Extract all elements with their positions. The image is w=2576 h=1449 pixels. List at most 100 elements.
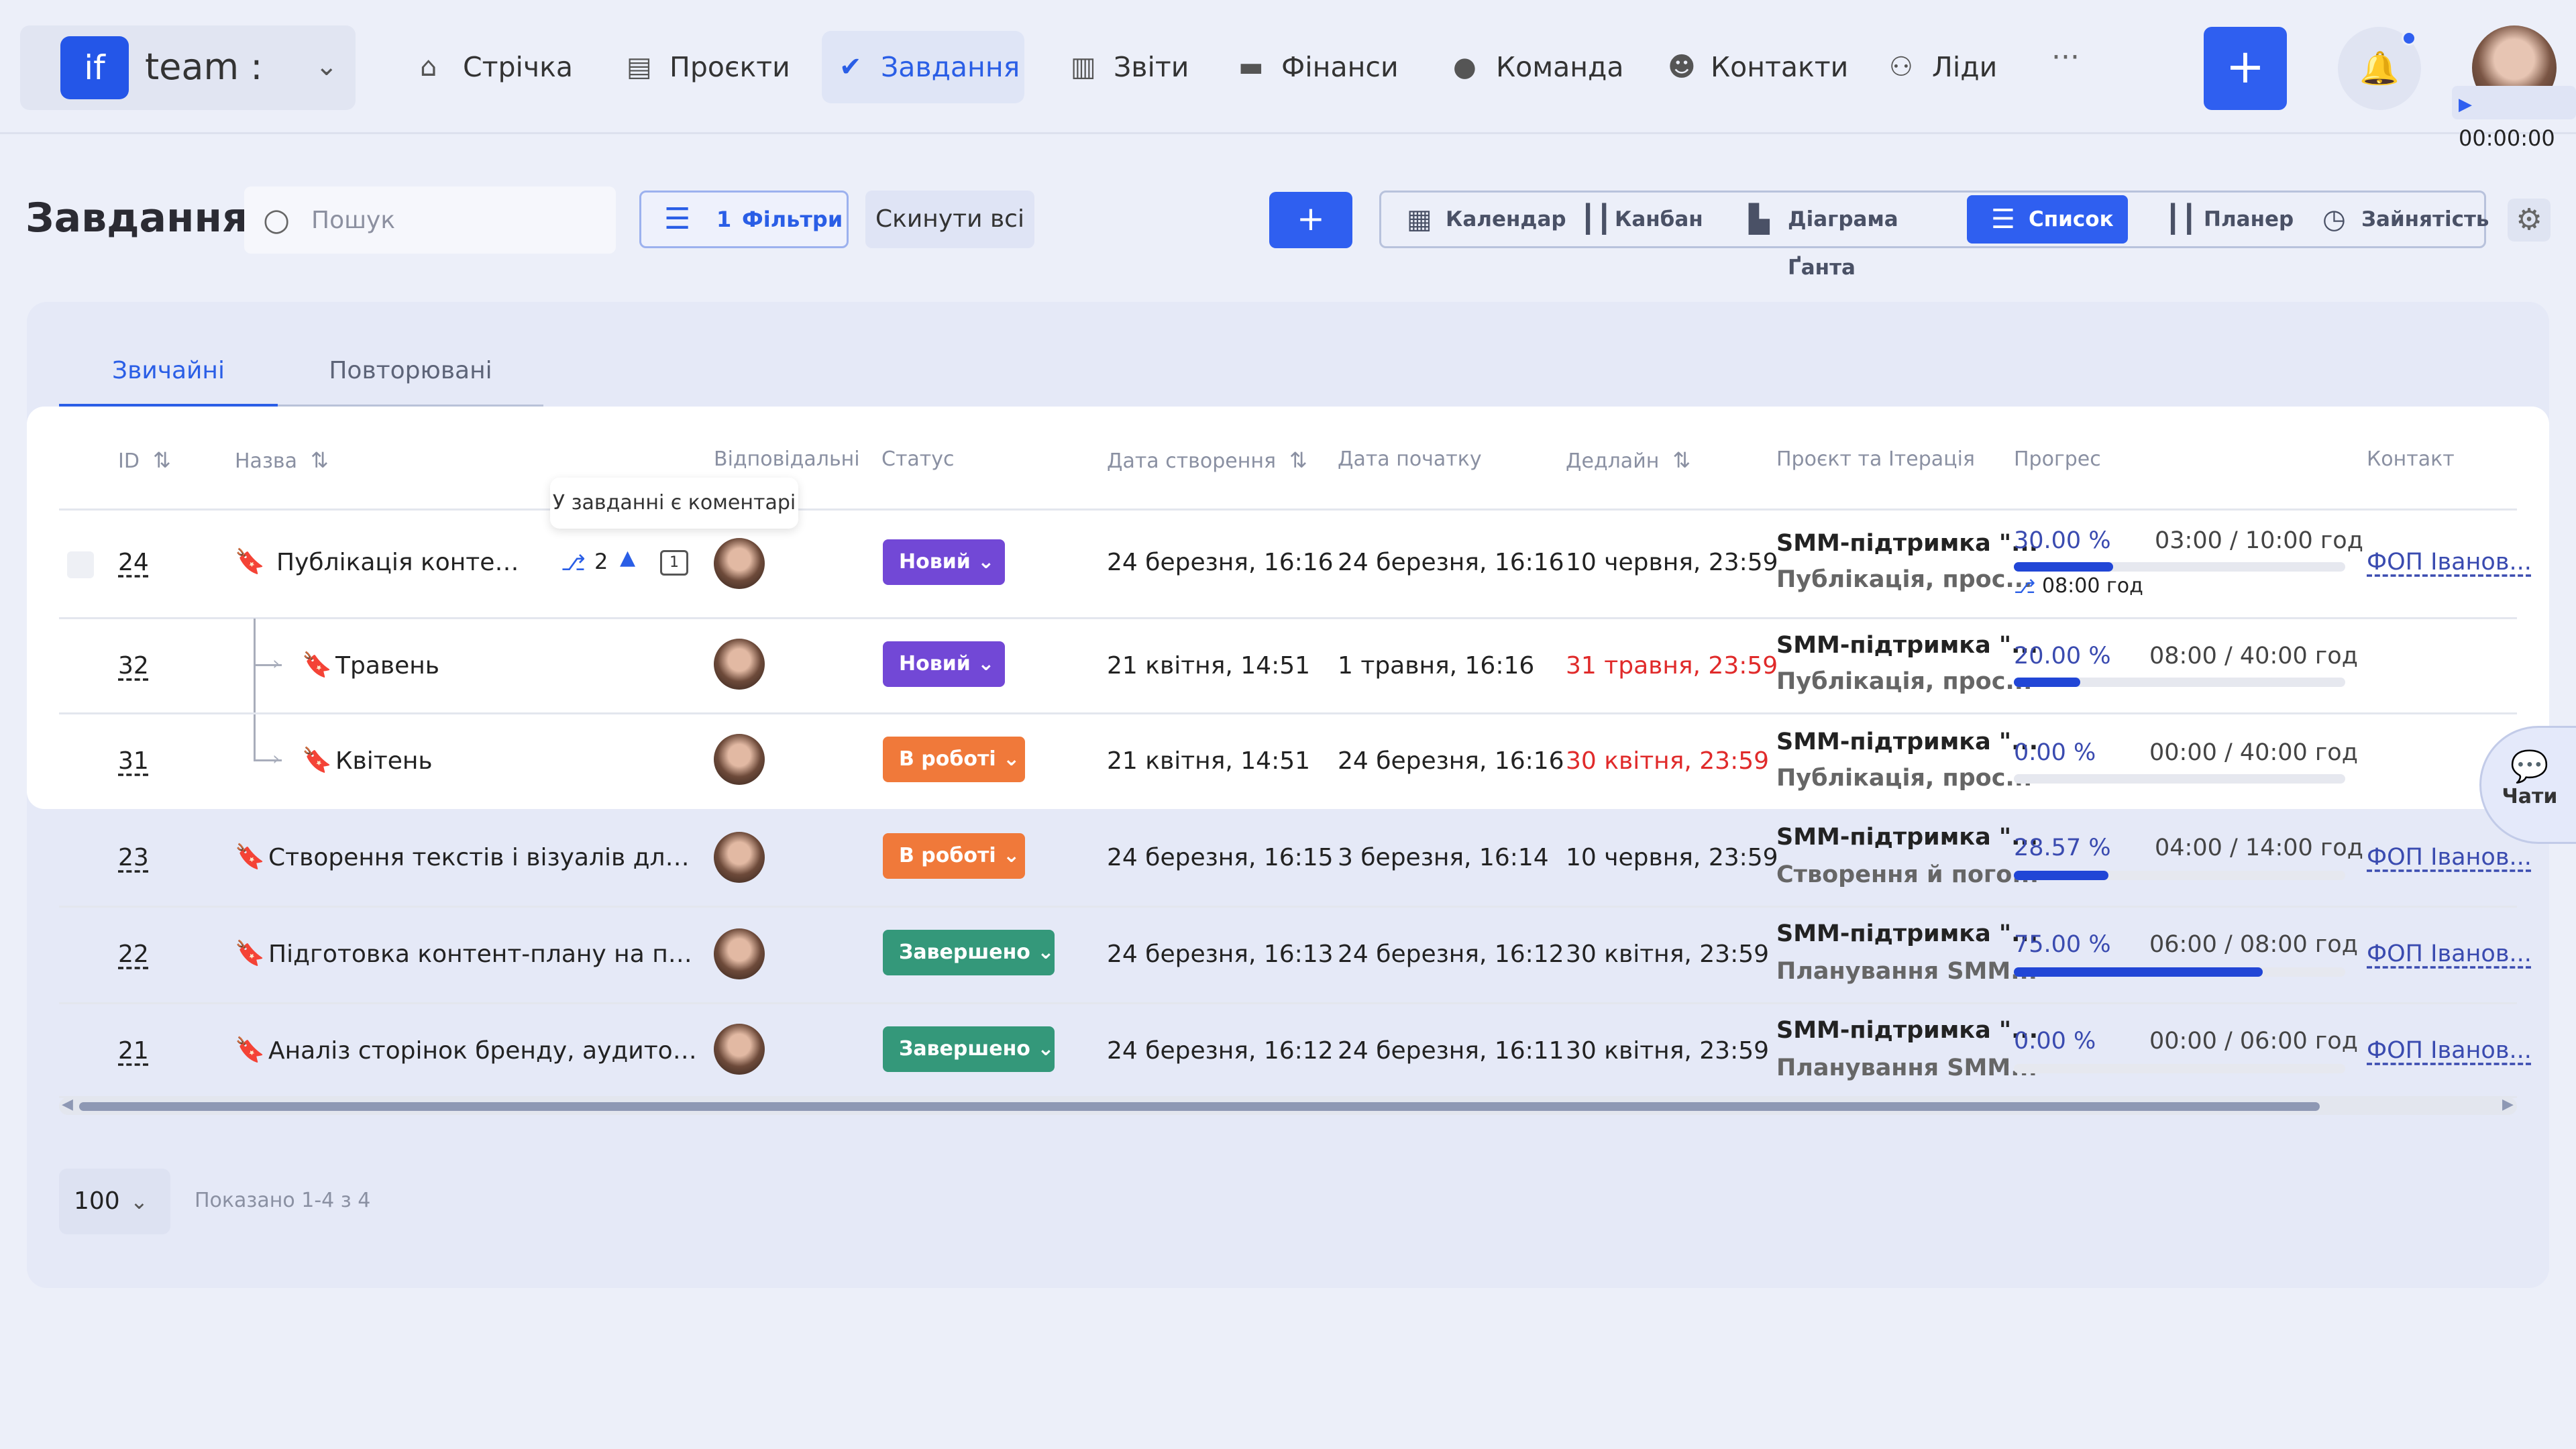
task-name[interactable]: Публікація контенту ... [276, 549, 530, 576]
project-name[interactable]: SMM-підтримка "... [1776, 824, 2038, 851]
task-id[interactable]: 32 [118, 652, 149, 680]
view-switcher: ▦ Календар ┃┃ Канбан ▙ Діаграма Ґанта ☰ … [1379, 191, 2489, 280]
iteration-name[interactable]: Планування SMM... [1776, 1055, 2037, 1081]
view-workload[interactable]: ◷ Зайнятість [2297, 195, 2489, 244]
assignee-avatar[interactable] [714, 538, 765, 589]
notification-indicator [2402, 31, 2416, 46]
chart-icon: ▥ [1071, 52, 1096, 83]
column-header-id[interactable]: ID ⇅ [118, 447, 171, 473]
nav-item-finance[interactable]: ▬ Фінанси [1194, 31, 1409, 103]
scrollbar-thumb[interactable] [79, 1102, 2320, 1111]
settings-gear-icon[interactable]: ⚙ [2508, 199, 2551, 241]
task-id[interactable]: 21 [118, 1037, 149, 1065]
task-name[interactable]: Створення текстів і візуалів для пуб... [268, 844, 698, 871]
nav-item-feed[interactable]: ⌂ Стрічка [376, 31, 577, 103]
task-id[interactable]: 22 [118, 941, 149, 968]
start-date: 24 березня, 16:12 [1338, 941, 1564, 968]
person-icon: ● [1453, 52, 1477, 83]
workspace-switcher[interactable]: if team : ⌄ [20, 25, 356, 110]
tab-recurring[interactable]: Повторювані [278, 349, 543, 407]
sort-icon[interactable]: ⇅ [311, 447, 329, 473]
iteration-name[interactable]: Публікація, прос... [1776, 765, 2032, 792]
sort-icon[interactable]: ⇅ [1672, 447, 1690, 473]
global-add-button[interactable]: + [2204, 27, 2287, 110]
nav-item-tasks[interactable]: ✔ Завдання [822, 31, 1024, 103]
created-date: 24 березня, 16:15 [1107, 844, 1334, 871]
nav-item-team[interactable]: ● Команда [1409, 31, 1630, 103]
contact-link[interactable]: ФОП Іванов... [2367, 1037, 2532, 1064]
more-menu-icon[interactable]: ··· [2051, 40, 2080, 74]
project-name[interactable]: SMM-підтримка "... [1776, 1017, 2038, 1044]
scroll-left-icon[interactable]: ◀ [62, 1096, 73, 1113]
deadline-date: 30 квітня, 23:59 [1566, 747, 1770, 775]
subtasks-icon[interactable]: ⎇ [561, 550, 586, 576]
status-label: В роботі [899, 747, 996, 771]
view-calendar[interactable]: ▦ Календар [1381, 195, 1566, 244]
status-dropdown[interactable]: В роботі ⌄ [883, 737, 1025, 782]
task-name[interactable]: Квітень [335, 747, 537, 775]
column-header-contact: Контакт [2367, 447, 2455, 471]
sort-icon[interactable]: ⇅ [1289, 447, 1307, 473]
assignee-avatar[interactable] [714, 928, 765, 979]
deadline-date: 31 травня, 23:59 [1566, 652, 1778, 680]
tab-regular[interactable]: Звичайні [59, 349, 278, 407]
nav-label: Ліди [1932, 51, 1998, 83]
nav-item-reports[interactable]: ▥ Звіти [1026, 31, 1208, 103]
created-date: 21 квітня, 14:51 [1107, 652, 1311, 680]
contact-link[interactable]: ФОП Іванов... [2367, 549, 2532, 576]
bookmark-icon: 🔖 [235, 1036, 265, 1064]
column-header-created[interactable]: Дата створення ⇅ [1107, 447, 1307, 473]
search-input[interactable] [311, 203, 593, 237]
iteration-name[interactable]: Створення й пого... [1776, 861, 2039, 888]
view-planner[interactable]: ┃┃ Планер [2139, 195, 2294, 244]
project-name[interactable]: SMM-підтримка "... [1776, 920, 2038, 947]
per-page-value: 100 [74, 1187, 120, 1215]
assignee-avatar[interactable] [714, 1024, 765, 1075]
nav-item-leads[interactable]: ⚇ Ліди [1845, 31, 2019, 103]
task-name[interactable]: Підготовка контент-плану на період [268, 941, 698, 968]
task-id[interactable]: 23 [118, 844, 149, 871]
status-dropdown[interactable]: В роботі ⌄ [883, 833, 1025, 879]
iteration-name[interactable]: Публікація, прос... [1776, 566, 2032, 593]
reset-filters-button[interactable]: Скинути всі [865, 191, 1034, 248]
assignee-avatar[interactable] [714, 639, 765, 690]
deadline-date: 30 квітня, 23:59 [1566, 941, 1770, 968]
view-kanban[interactable]: ┃┃ Канбан [1556, 195, 1710, 244]
comment-icon[interactable]: 1 [660, 550, 688, 576]
nav-label: Команда [1496, 51, 1624, 83]
assignee-avatar[interactable] [714, 734, 765, 785]
assignee-avatar[interactable] [714, 832, 765, 883]
per-page-select[interactable]: 100 ⌄ [59, 1169, 170, 1234]
project-name[interactable]: SMM-підтримка "... [1776, 729, 2038, 755]
start-date: 3 березня, 16:14 [1338, 844, 1549, 871]
status-dropdown[interactable]: Завершено ⌄ [883, 1026, 1055, 1072]
column-header-name[interactable]: Назва ⇅ [235, 447, 329, 473]
project-name[interactable]: SMM-підтримка "... [1776, 530, 2038, 557]
iteration-name[interactable]: Планування SMM... [1776, 958, 2037, 985]
task-name[interactable]: Травень [335, 652, 537, 680]
time-tracker[interactable]: ▶ 00:00:00 [2452, 86, 2576, 151]
contact-link[interactable]: ФОП Іванов... [2367, 844, 2532, 871]
status-dropdown[interactable]: Завершено ⌄ [883, 930, 1055, 975]
row-checkbox[interactable] [67, 551, 94, 578]
task-id[interactable]: 24 [118, 549, 149, 576]
nav-item-contacts[interactable]: ☻ Контакти [1623, 31, 1851, 103]
scroll-right-icon[interactable]: ▶ [2502, 1096, 2514, 1113]
status-label: Завершено [899, 1037, 1030, 1061]
collapse-arrow-icon[interactable]: ▲ [620, 546, 635, 570]
project-name[interactable]: SMM-підтримка "... [1776, 632, 2038, 659]
status-dropdown[interactable]: Новий ⌄ [883, 539, 1005, 585]
nav-item-projects[interactable]: ▤ Проєкти [582, 31, 797, 103]
contact-link[interactable]: ФОП Іванов... [2367, 941, 2532, 967]
search-box[interactable]: ○ [244, 186, 616, 254]
add-task-button[interactable]: + [1269, 192, 1352, 248]
task-id[interactable]: 31 [118, 747, 149, 775]
task-name[interactable]: Аналіз сторінок бренду, аудиторії та... [268, 1037, 698, 1065]
view-gantt[interactable]: ▙ Діаграма Ґанта [1723, 195, 1965, 280]
column-header-deadline[interactable]: Дедлайн ⇅ [1566, 447, 1690, 473]
status-dropdown[interactable]: Новий ⌄ [883, 641, 1005, 687]
filters-button[interactable]: ☰ 1 Фільтри [639, 191, 849, 248]
view-list[interactable]: ☰ Список [1967, 195, 2128, 244]
sort-icon[interactable]: ⇅ [153, 447, 171, 473]
iteration-name[interactable]: Публікація, прос... [1776, 668, 2032, 695]
